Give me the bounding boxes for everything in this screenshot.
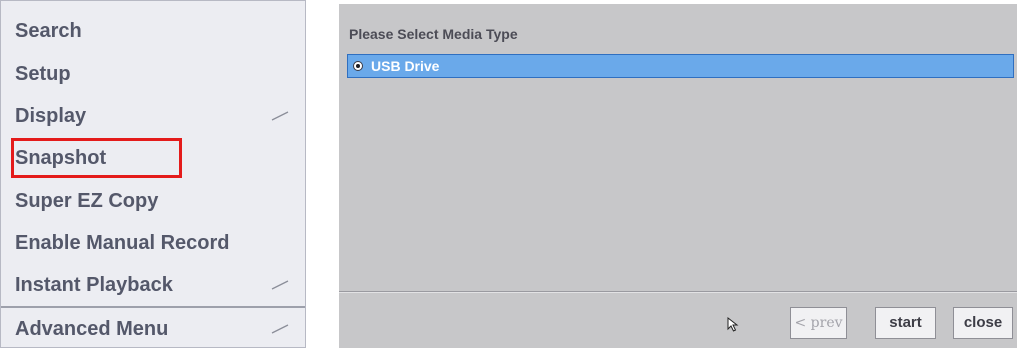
submenu-arrow-icon bbox=[271, 265, 289, 305]
menu-item-advanced-menu[interactable]: Advanced Menu bbox=[1, 309, 305, 349]
media-select-panel: Please Select Media Type USB Drive < pre… bbox=[339, 4, 1017, 348]
media-option-label: USB Drive bbox=[371, 58, 440, 74]
menu-item-label: Display bbox=[15, 105, 87, 127]
mouse-cursor-icon bbox=[727, 316, 741, 338]
start-button[interactable]: start bbox=[875, 307, 936, 339]
menu-item-enable-manual-record[interactable]: Enable Manual Record bbox=[1, 223, 305, 263]
menu-item-label: Super EZ Copy bbox=[15, 190, 159, 212]
menu-item-label: Search bbox=[15, 20, 82, 42]
prev-button[interactable]: < prev bbox=[790, 307, 847, 339]
snapshot-highlight-box bbox=[11, 138, 182, 178]
submenu-arrow-icon bbox=[271, 96, 289, 136]
panel-title: Please Select Media Type bbox=[349, 26, 518, 42]
menu-item-setup[interactable]: Setup bbox=[1, 54, 305, 94]
menu-item-super-ez-copy[interactable]: Super EZ Copy bbox=[1, 181, 305, 221]
close-button[interactable]: close bbox=[953, 307, 1013, 339]
menu-item-label: Enable Manual Record bbox=[15, 232, 230, 254]
menu-item-instant-playback[interactable]: Instant Playback bbox=[1, 265, 305, 305]
menu-item-label: Advanced Menu bbox=[15, 318, 169, 340]
side-menu: Search Setup Display Snapshot Super EZ C… bbox=[0, 0, 306, 348]
menu-item-display[interactable]: Display bbox=[1, 96, 305, 136]
menu-item-label: Setup bbox=[15, 63, 71, 85]
submenu-arrow-icon bbox=[271, 309, 289, 349]
menu-item-label: Instant Playback bbox=[15, 274, 173, 296]
radio-selected-icon[interactable] bbox=[353, 61, 363, 71]
media-option-usb-drive[interactable]: USB Drive bbox=[347, 54, 1014, 78]
menu-item-search[interactable]: Search bbox=[1, 11, 305, 51]
panel-divider-highlight bbox=[339, 292, 1017, 293]
menu-divider bbox=[1, 306, 305, 308]
